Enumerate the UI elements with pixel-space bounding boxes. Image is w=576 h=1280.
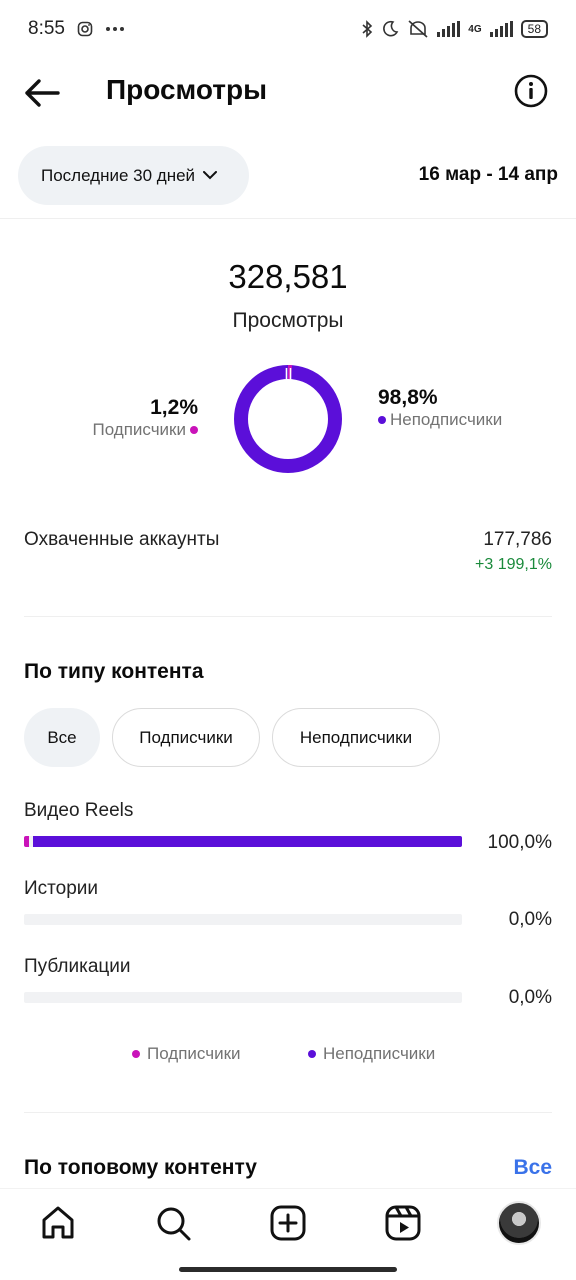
bar-track-stories xyxy=(24,914,462,925)
bar-value-stories: 0,0% xyxy=(508,909,552,930)
status-time: 8:55 xyxy=(28,18,65,39)
chip-non-followers[interactable]: Неподписчики xyxy=(272,708,440,767)
legend-followers-dot xyxy=(132,1050,140,1058)
followers-percent: 1,2% xyxy=(150,396,198,419)
divider xyxy=(24,1112,552,1113)
non-followers-label: Неподписчики xyxy=(390,410,503,429)
non-followers-percent: 98,8% xyxy=(378,386,438,409)
alarm-off-icon xyxy=(408,20,428,38)
period-dropdown[interactable]: Последние 30 дней xyxy=(18,146,249,205)
signal-icon xyxy=(437,21,461,37)
donut-non-followers-segment xyxy=(234,365,342,473)
search-icon[interactable] xyxy=(153,1203,193,1243)
period-label: Последние 30 дней xyxy=(41,165,196,185)
battery-icon: 58 xyxy=(520,20,548,38)
legend-non-followers-dot xyxy=(308,1050,316,1058)
followers-dot xyxy=(190,425,198,434)
date-range: 16 мар - 14 апр xyxy=(418,164,558,185)
profile-avatar[interactable] xyxy=(497,1201,541,1245)
bluetooth-icon xyxy=(362,20,373,38)
non-followers-legend: 98,8% Неподписчики xyxy=(378,386,508,429)
legend-non-followers-label: Неподписчики xyxy=(323,1044,436,1063)
total-views-label: Просмотры xyxy=(232,309,344,332)
chevron-down-icon xyxy=(203,171,218,180)
chip-followers[interactable]: Подписчики xyxy=(112,708,260,767)
reels-icon[interactable] xyxy=(383,1203,423,1243)
followers-legend: 1,2% Подписчики xyxy=(92,396,198,439)
bar-fill-followers xyxy=(24,836,30,847)
gesture-bar xyxy=(179,1267,397,1272)
followers-label: Подписчики xyxy=(92,420,186,439)
network-label: 4G xyxy=(468,23,482,35)
header: Просмотры xyxy=(0,58,576,128)
bottom-nav xyxy=(0,1188,576,1280)
top-content-title: По топовому контенту xyxy=(24,1156,257,1179)
bar-label-stories: Истории xyxy=(24,878,99,899)
non-followers-dot xyxy=(378,416,386,424)
reached-accounts-label: Охваченные аккаунты xyxy=(24,529,220,550)
chip-all[interactable]: Все xyxy=(24,708,100,767)
content-type-title: По типу контента xyxy=(24,660,204,683)
moon-icon xyxy=(383,20,399,37)
views-donut-chart xyxy=(234,364,342,473)
legend-followers: Подписчики xyxy=(132,1044,241,1064)
more-dots-icon xyxy=(105,27,124,31)
bar-track-posts xyxy=(24,992,462,1003)
divider xyxy=(24,616,552,617)
divider xyxy=(0,218,576,219)
bar-label-reels: Видео Reels xyxy=(24,800,134,821)
status-bar: 8:55 4G 58 xyxy=(0,0,576,58)
page-title: Просмотры xyxy=(106,74,268,105)
home-icon[interactable] xyxy=(38,1203,78,1243)
bar-fill-non-followers xyxy=(32,836,462,847)
see-all-link[interactable]: Все xyxy=(513,1156,552,1180)
arrow-left-icon[interactable] xyxy=(22,76,62,110)
bar-value-reels: 100,0% xyxy=(487,832,552,853)
reached-accounts-delta: +3 199,1% xyxy=(475,556,552,573)
signal-icon-2 xyxy=(489,21,513,37)
create-icon[interactable] xyxy=(268,1203,308,1243)
instagram-icon xyxy=(77,21,93,37)
total-views-value: 328,581 xyxy=(228,258,348,295)
bar-track-reels xyxy=(24,836,462,847)
info-icon[interactable] xyxy=(514,74,548,108)
legend-followers-label: Подписчики xyxy=(147,1044,241,1063)
legend-non-followers: Неподписчики xyxy=(308,1044,435,1064)
bar-value-posts: 0,0% xyxy=(508,987,552,1008)
reached-accounts-value: 177,786 xyxy=(483,529,552,550)
bar-label-posts: Публикации xyxy=(24,956,131,977)
